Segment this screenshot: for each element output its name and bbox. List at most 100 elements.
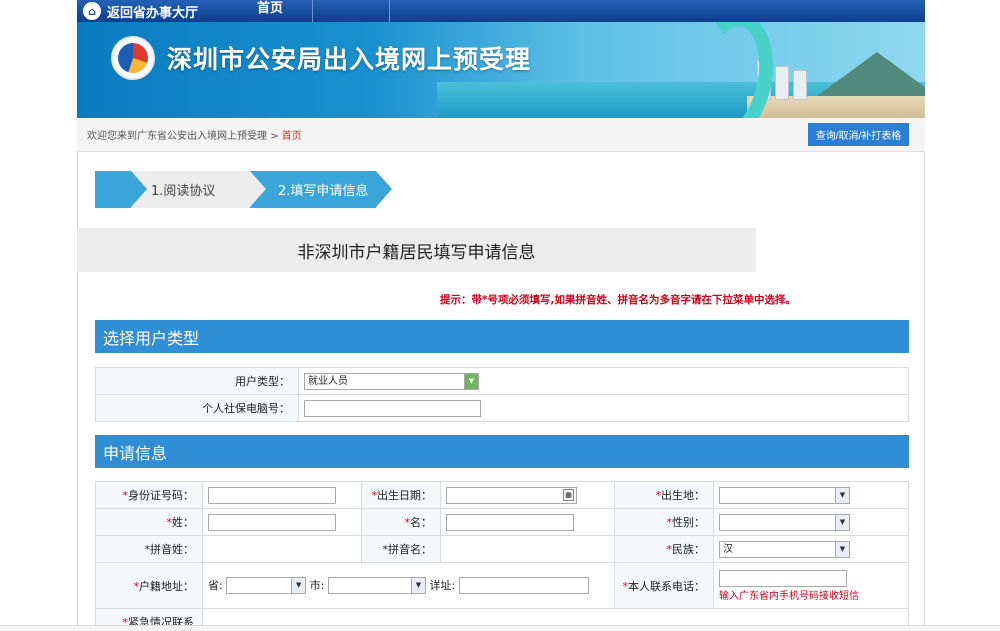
surname-input[interactable] (208, 513, 336, 531)
province-select[interactable]: ▼ (226, 577, 307, 595)
table-row: 用户类型： 就业人员 ▼ (95, 367, 909, 395)
top-nav-bar: ⌂ 返回省办事大厅 首页 (77, 0, 925, 22)
city-label: 市: (309, 578, 325, 592)
chevron-down-icon: ▼ (835, 487, 849, 503)
id-number-input[interactable] (208, 486, 336, 504)
nav-home-link[interactable]: 首页 (257, 0, 283, 22)
gender-label: *性别： (614, 508, 714, 536)
surname-label-text: 姓： (172, 516, 194, 529)
chevron-down-icon: ▼ (835, 514, 849, 530)
pinyin-surname-cell (202, 535, 362, 563)
back-to-hall-label: 返回省办事大厅 (107, 5, 199, 21)
query-cancel-reprint-button[interactable]: 查询/取消/补打表格 (808, 123, 909, 146)
breadcrumb-prefix: 欢迎您来到广东省公安出入境网上预受理 (87, 131, 267, 142)
birth-date-cell: ▦ (440, 481, 615, 509)
step-read-agreement: 1.阅读协议 (95, 171, 250, 208)
phone-label-text: 本人联系电话： (628, 579, 705, 593)
city-select[interactable]: ▼ (327, 577, 426, 595)
social-security-cell (298, 394, 909, 422)
page: ⌂ 返回省办事大厅 首页 深圳市公安局出入境网上预受理 欢迎您来到广东省公安出入… (0, 0, 1000, 631)
hukou-address-label: *户籍地址： (95, 562, 203, 609)
breadcrumb-bar: 欢迎您来到广东省公安出入境网上预受理 > 首页 查询/取消/补打表格 (77, 118, 925, 152)
hukou-address-label-text: 户籍地址： (139, 579, 194, 593)
id-number-cell (202, 481, 362, 509)
banner-building (793, 70, 807, 100)
calendar-icon[interactable]: ▦ (563, 488, 574, 501)
birth-date-input[interactable]: ▦ (446, 486, 577, 504)
gender-label-text: 性别： (672, 516, 705, 529)
birth-place-cell: ▼ (713, 481, 909, 509)
table-row: *拼音姓： *拼音名： *民族： 汉 ▼ (95, 535, 909, 563)
banner-title: 深圳市公安局出入境网上预受理 (167, 45, 532, 74)
page-title: 非深圳市户籍居民填写申请信息 (77, 228, 756, 272)
pinyin-surname-label-text: 拼音姓： (150, 543, 194, 556)
detail-address-input[interactable] (458, 577, 589, 595)
browser-status-strip (0, 625, 1000, 631)
step1-label: 1.阅读协议 (151, 184, 216, 199)
given-name-label-text: 名： (410, 516, 432, 529)
user-type-table: 用户类型： 就业人员 ▼ 个人社保电脑号： (95, 367, 909, 422)
hukou-address-cell: 省: ▼ 市: ▼ 详址: (202, 562, 615, 609)
given-name-cell (440, 508, 615, 536)
birth-date-label-text: 出生日期： (377, 489, 432, 502)
birth-place-label-text: 出生地： (661, 489, 705, 502)
ethnicity-value: 汉 (723, 543, 733, 555)
birth-place-select[interactable]: ▼ (719, 486, 850, 504)
application-table: *身份证号码： *出生日期： ▦ *出生地： ▼ *姓： *名： *性别： ▼ … (95, 481, 909, 631)
chevron-down-icon: ▼ (464, 373, 478, 389)
chevron-down-icon: ▼ (835, 541, 849, 557)
home-icon: ⌂ (83, 2, 101, 20)
surname-label: *姓： (95, 508, 203, 536)
table-row: 个人社保电脑号： (95, 394, 909, 422)
detail-address-label: 详址: (429, 578, 456, 592)
ethnicity-label-text: 民族： (672, 543, 705, 556)
breadcrumb-current[interactable]: 首页 (282, 131, 302, 142)
banner-building (775, 66, 789, 100)
id-number-label-text: 身份证号码： (128, 489, 194, 502)
social-security-input[interactable] (304, 399, 481, 417)
required-tip: 提示：带*号项必须填写,如果拼音姓、拼音名为多音字请在下拉菜单中选择。 (440, 294, 796, 306)
gender-select[interactable]: ▼ (719, 513, 850, 531)
social-security-label: 个人社保电脑号： (95, 394, 299, 422)
nav-divider (389, 0, 390, 22)
pinyin-given-label-text: 拼音名： (388, 543, 432, 556)
banner-mountain (817, 52, 925, 96)
chevron-down-icon: ▼ (410, 578, 425, 594)
phone-hint: 输入广东省内手机号码接收短信 (719, 590, 859, 602)
table-row: *身份证号码： *出生日期： ▦ *出生地： ▼ (95, 481, 909, 509)
nav-divider (312, 0, 313, 22)
police-logo (111, 36, 155, 80)
ethnicity-cell: 汉 ▼ (713, 535, 909, 563)
given-name-label: *名： (361, 508, 441, 536)
phone-label: *本人联系电话： (614, 562, 714, 609)
table-row: *户籍地址： 省: ▼ 市: ▼ 详址: *本人联系电话： 输入广东省内手机号码… (95, 562, 909, 609)
birth-date-label: *出生日期： (361, 481, 441, 509)
user-type-select[interactable]: 就业人员 ▼ (304, 372, 479, 390)
ethnicity-select[interactable]: 汉 ▼ (719, 540, 850, 558)
section-apply-header: 申请信息 (95, 435, 909, 468)
chevron-down-icon: ▼ (291, 578, 306, 594)
pinyin-surname-label: *拼音姓： (95, 535, 203, 563)
user-type-cell: 就业人员 ▼ (298, 367, 909, 395)
phone-input[interactable] (719, 569, 847, 587)
province-label: 省: (208, 578, 223, 592)
id-number-label: *身份证号码： (95, 481, 203, 509)
gender-cell: ▼ (713, 508, 909, 536)
birth-place-label: *出生地： (614, 481, 714, 509)
phone-cell: 输入广东省内手机号码接收短信 (713, 562, 909, 609)
breadcrumb-separator: > (270, 131, 279, 142)
user-type-label: 用户类型： (95, 367, 299, 395)
step-fill-application: 2.填写申请信息 (250, 171, 392, 208)
logo-emblem-icon (118, 43, 148, 73)
given-name-input[interactable] (446, 513, 574, 531)
surname-cell (202, 508, 362, 536)
step2-label: 2.填写申请信息 (278, 184, 369, 199)
pinyin-given-cell (440, 535, 615, 563)
pinyin-given-label: *拼音名： (361, 535, 441, 563)
banner-beach (747, 96, 925, 118)
table-row: *姓： *名： *性别： ▼ (95, 508, 909, 536)
section-user-type-header: 选择用户类型 (95, 320, 909, 353)
back-to-hall-link[interactable]: ⌂ 返回省办事大厅 (83, 0, 198, 22)
ethnicity-label: *民族： (614, 535, 714, 563)
breadcrumb: 欢迎您来到广东省公安出入境网上预受理 > 首页 (87, 127, 302, 142)
